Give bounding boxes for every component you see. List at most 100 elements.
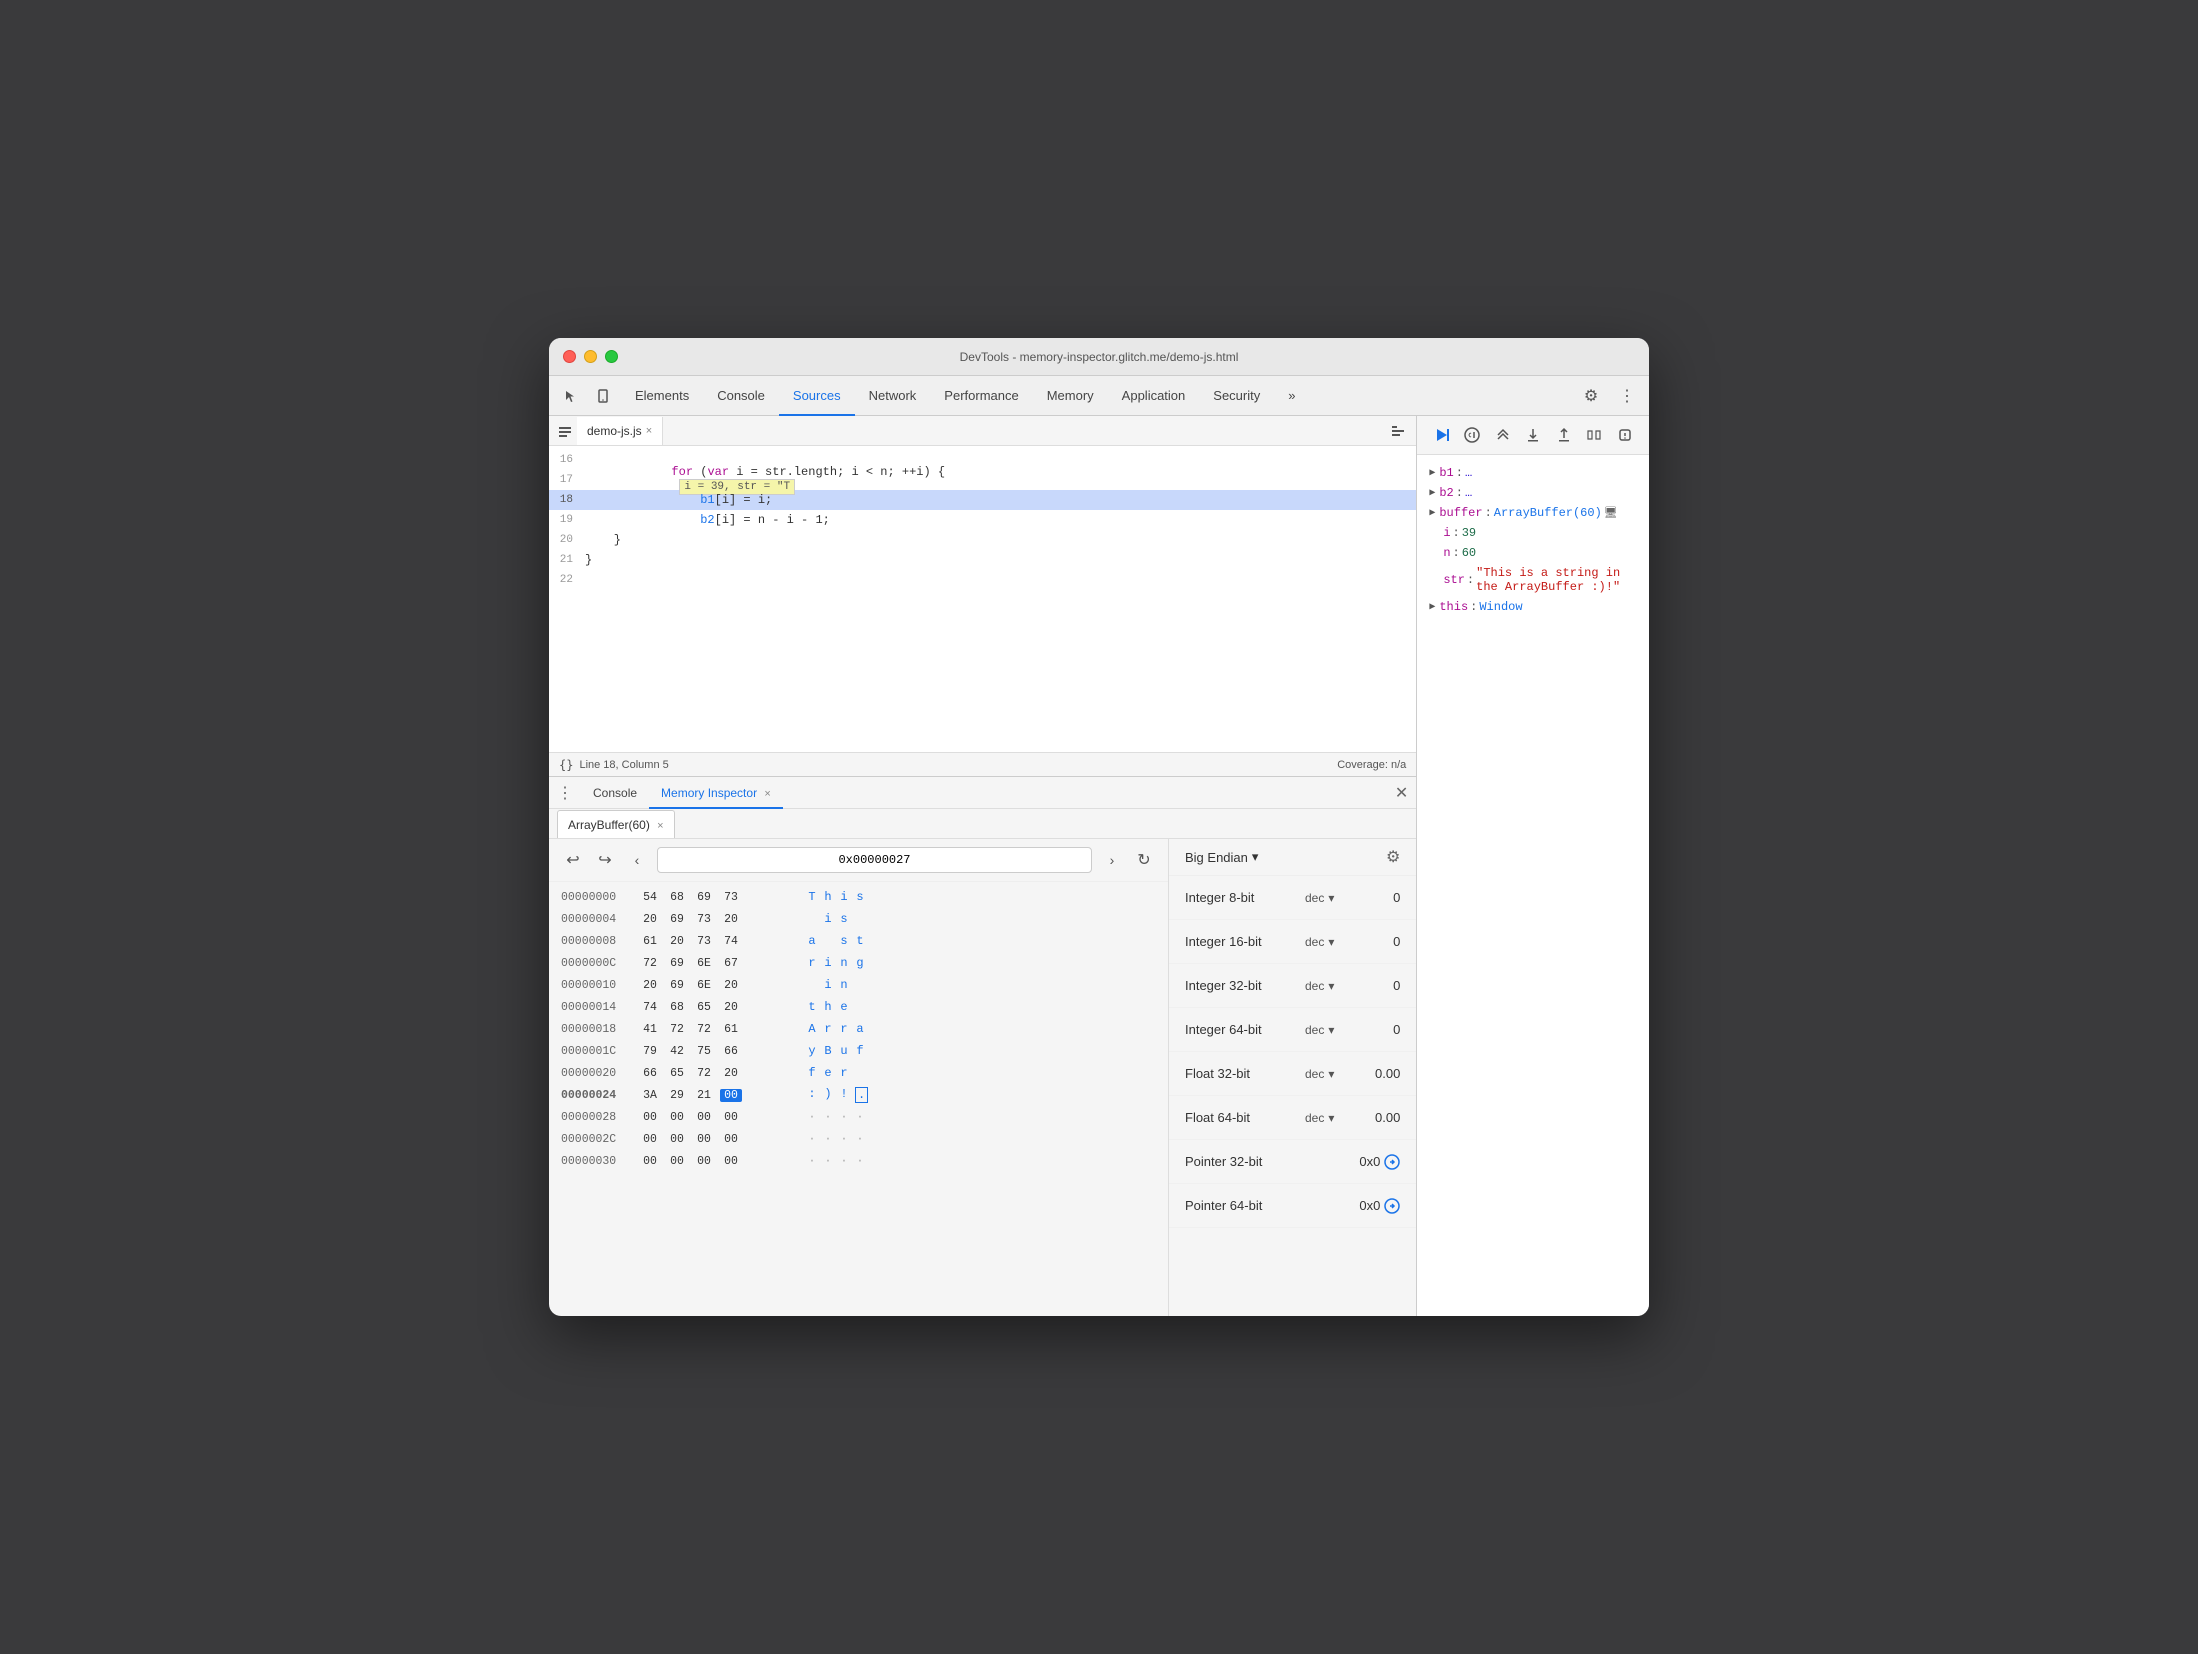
int8-dropdown[interactable]: ▾ bbox=[1328, 891, 1334, 905]
hex-row-8: 00000020 66 65 72 20 f bbox=[561, 1062, 1156, 1084]
scope-item-this[interactable]: ▶ this : Window bbox=[1429, 597, 1637, 617]
tab-sources[interactable]: Sources bbox=[779, 376, 855, 416]
float64-dropdown[interactable]: ▾ bbox=[1328, 1111, 1334, 1125]
step-over-btn[interactable] bbox=[1490, 422, 1515, 448]
bottom-panel-close-btn[interactable]: ✕ bbox=[1395, 783, 1408, 803]
window-title: DevTools - memory-inspector.glitch.me/de… bbox=[960, 350, 1239, 364]
int8-label: Integer 8-bit bbox=[1185, 890, 1305, 905]
scope-item-buffer[interactable]: ▶ buffer : ArrayBuffer(60) 🖥 bbox=[1429, 503, 1637, 523]
close-button[interactable] bbox=[563, 350, 576, 363]
ptr64-link[interactable] bbox=[1384, 1198, 1400, 1214]
hex-row-9: 00000024 3A 29 21 00 : bbox=[561, 1084, 1156, 1106]
undo-nav-btn[interactable]: ↩ bbox=[561, 848, 585, 872]
float32-format: dec ▾ bbox=[1305, 1067, 1375, 1081]
minimize-button[interactable] bbox=[584, 350, 597, 363]
scope-item-i[interactable]: i : 39 bbox=[1429, 523, 1637, 543]
int64-format: dec ▾ bbox=[1305, 1023, 1375, 1037]
redo-nav-btn[interactable]: ↪ bbox=[593, 848, 617, 872]
hex-row-3: 0000000C 72 69 6E 67 r bbox=[561, 952, 1156, 974]
tab-memory-inspector[interactable]: Memory Inspector × bbox=[649, 777, 783, 809]
scope-item-b2[interactable]: ▶ b2 : … bbox=[1429, 483, 1637, 503]
pause-on-exception-btn[interactable] bbox=[1613, 422, 1638, 448]
bottom-tab-bar: ⋮ Console Memory Inspector × ✕ bbox=[549, 777, 1416, 809]
more-options-icon[interactable]: ⋮ bbox=[1613, 382, 1641, 410]
status-bar: {} Line 18, Column 5 Coverage: n/a bbox=[549, 752, 1416, 776]
buffer-tab-close[interactable]: × bbox=[657, 820, 663, 832]
tab-performance[interactable]: Performance bbox=[930, 376, 1032, 416]
ptr64-value: 0x0 bbox=[1359, 1198, 1380, 1213]
address-input[interactable] bbox=[657, 847, 1092, 873]
memory-inspector-tab-close[interactable]: × bbox=[764, 788, 770, 800]
float32-label: Float 32-bit bbox=[1185, 1066, 1305, 1081]
code-line-21: 21 } bbox=[549, 550, 1416, 570]
value-row-int64: Integer 64-bit dec ▾ 0 bbox=[1169, 1008, 1416, 1052]
value-row-ptr32: Pointer 32-bit 0x0 bbox=[1169, 1140, 1416, 1184]
devtools-tab-bar: Elements Console Sources Network Perform… bbox=[549, 376, 1649, 416]
refresh-btn[interactable]: ↻ bbox=[1132, 848, 1156, 872]
tab-security[interactable]: Security bbox=[1199, 376, 1274, 416]
bottom-panel: ⋮ Console Memory Inspector × ✕ ArrayBuff… bbox=[549, 776, 1416, 1316]
tab-network[interactable]: Network bbox=[855, 376, 931, 416]
buffer-tab-bar: ArrayBuffer(60) × bbox=[549, 809, 1416, 839]
int16-value: 0 bbox=[1393, 934, 1400, 949]
debug-scope: ▶ b1 : … ▶ b2 : … ▶ buffer : ArrayBuffer… bbox=[1417, 455, 1649, 1316]
float32-dropdown[interactable]: ▾ bbox=[1328, 1067, 1334, 1081]
pause-btn[interactable] bbox=[1460, 422, 1485, 448]
tab-application[interactable]: Application bbox=[1108, 376, 1200, 416]
scope-item-n[interactable]: n : 60 bbox=[1429, 543, 1637, 563]
maximize-button[interactable] bbox=[605, 350, 618, 363]
format-source-icon[interactable] bbox=[1384, 417, 1412, 445]
memory-inspector-tab-label: Memory Inspector bbox=[661, 786, 757, 800]
int64-dropdown[interactable]: ▾ bbox=[1328, 1023, 1334, 1037]
int16-label: Integer 16-bit bbox=[1185, 934, 1305, 949]
int16-dropdown[interactable]: ▾ bbox=[1328, 935, 1334, 949]
values-panel: Big Endian ▾ ⚙ Integer 8-bit bbox=[1169, 839, 1416, 1316]
file-tab-name: demo-js.js bbox=[587, 424, 642, 438]
hex-panel: ↩ ↪ ‹ › ↻ 00000000 bbox=[549, 839, 1169, 1316]
scope-item-b1[interactable]: ▶ b1 : … bbox=[1429, 463, 1637, 483]
step-out-btn[interactable] bbox=[1551, 422, 1576, 448]
traffic-lights bbox=[563, 350, 618, 363]
int32-dropdown[interactable]: ▾ bbox=[1328, 979, 1334, 993]
prev-address-btn[interactable]: ‹ bbox=[625, 848, 649, 872]
endian-select[interactable]: Big Endian ▾ bbox=[1185, 849, 1258, 865]
address-bar: ↩ ↪ ‹ › ↻ bbox=[549, 839, 1168, 882]
int32-value: 0 bbox=[1393, 978, 1400, 993]
values-settings-btn[interactable]: ⚙ bbox=[1386, 847, 1400, 867]
left-panel: demo-js.js × 16 17 for (v bbox=[549, 416, 1417, 1316]
title-bar: DevTools - memory-inspector.glitch.me/de… bbox=[549, 338, 1649, 376]
tab-overflow[interactable]: » bbox=[1274, 376, 1309, 416]
float64-label: Float 64-bit bbox=[1185, 1110, 1305, 1125]
deactivate-btn[interactable] bbox=[1582, 422, 1607, 448]
buffer-tab[interactable]: ArrayBuffer(60) × bbox=[557, 810, 675, 838]
int8-value: 0 bbox=[1393, 890, 1400, 905]
resume-btn[interactable] bbox=[1429, 422, 1454, 448]
selected-byte[interactable]: 00 bbox=[720, 1089, 742, 1102]
float32-value: 0.00 bbox=[1375, 1066, 1400, 1081]
endian-bar: Big Endian ▾ ⚙ bbox=[1169, 839, 1416, 876]
file-tab-close[interactable]: × bbox=[646, 425, 652, 437]
tab-console[interactable]: Console bbox=[703, 376, 779, 416]
value-row-int32: Integer 32-bit dec ▾ 0 bbox=[1169, 964, 1416, 1008]
tab-memory[interactable]: Memory bbox=[1033, 376, 1108, 416]
next-address-btn[interactable]: › bbox=[1100, 848, 1124, 872]
ptr32-link[interactable] bbox=[1384, 1154, 1400, 1170]
scope-item-str[interactable]: str : "This is a string in the ArrayBuff… bbox=[1429, 563, 1637, 597]
hex-row-0: 00000000 54 68 69 73 T bbox=[561, 886, 1156, 908]
bottom-panel-menu[interactable]: ⋮ bbox=[557, 783, 573, 803]
right-panel: ▶ b1 : … ▶ b2 : … ▶ buffer : ArrayBuffer… bbox=[1417, 416, 1649, 1316]
value-row-ptr64: Pointer 64-bit 0x0 bbox=[1169, 1184, 1416, 1228]
file-navigator-icon[interactable] bbox=[553, 419, 577, 443]
memory-inspector-content: ↩ ↪ ‹ › ↻ 00000000 bbox=[549, 839, 1416, 1316]
tab-console-bottom[interactable]: Console bbox=[581, 777, 649, 809]
step-into-btn[interactable] bbox=[1521, 422, 1546, 448]
mobile-icon[interactable] bbox=[589, 382, 617, 410]
tab-elements[interactable]: Elements bbox=[621, 376, 703, 416]
value-row-int16: Integer 16-bit dec ▾ 0 bbox=[1169, 920, 1416, 964]
settings-icon[interactable]: ⚙ bbox=[1577, 382, 1605, 410]
file-tab-demo-js[interactable]: demo-js.js × bbox=[577, 417, 663, 445]
hex-row-6: 00000018 41 72 72 61 A bbox=[561, 1018, 1156, 1040]
cursor-icon[interactable] bbox=[557, 382, 585, 410]
hex-rows: 00000000 54 68 69 73 T bbox=[549, 882, 1168, 1316]
debug-toolbar bbox=[1417, 416, 1649, 455]
